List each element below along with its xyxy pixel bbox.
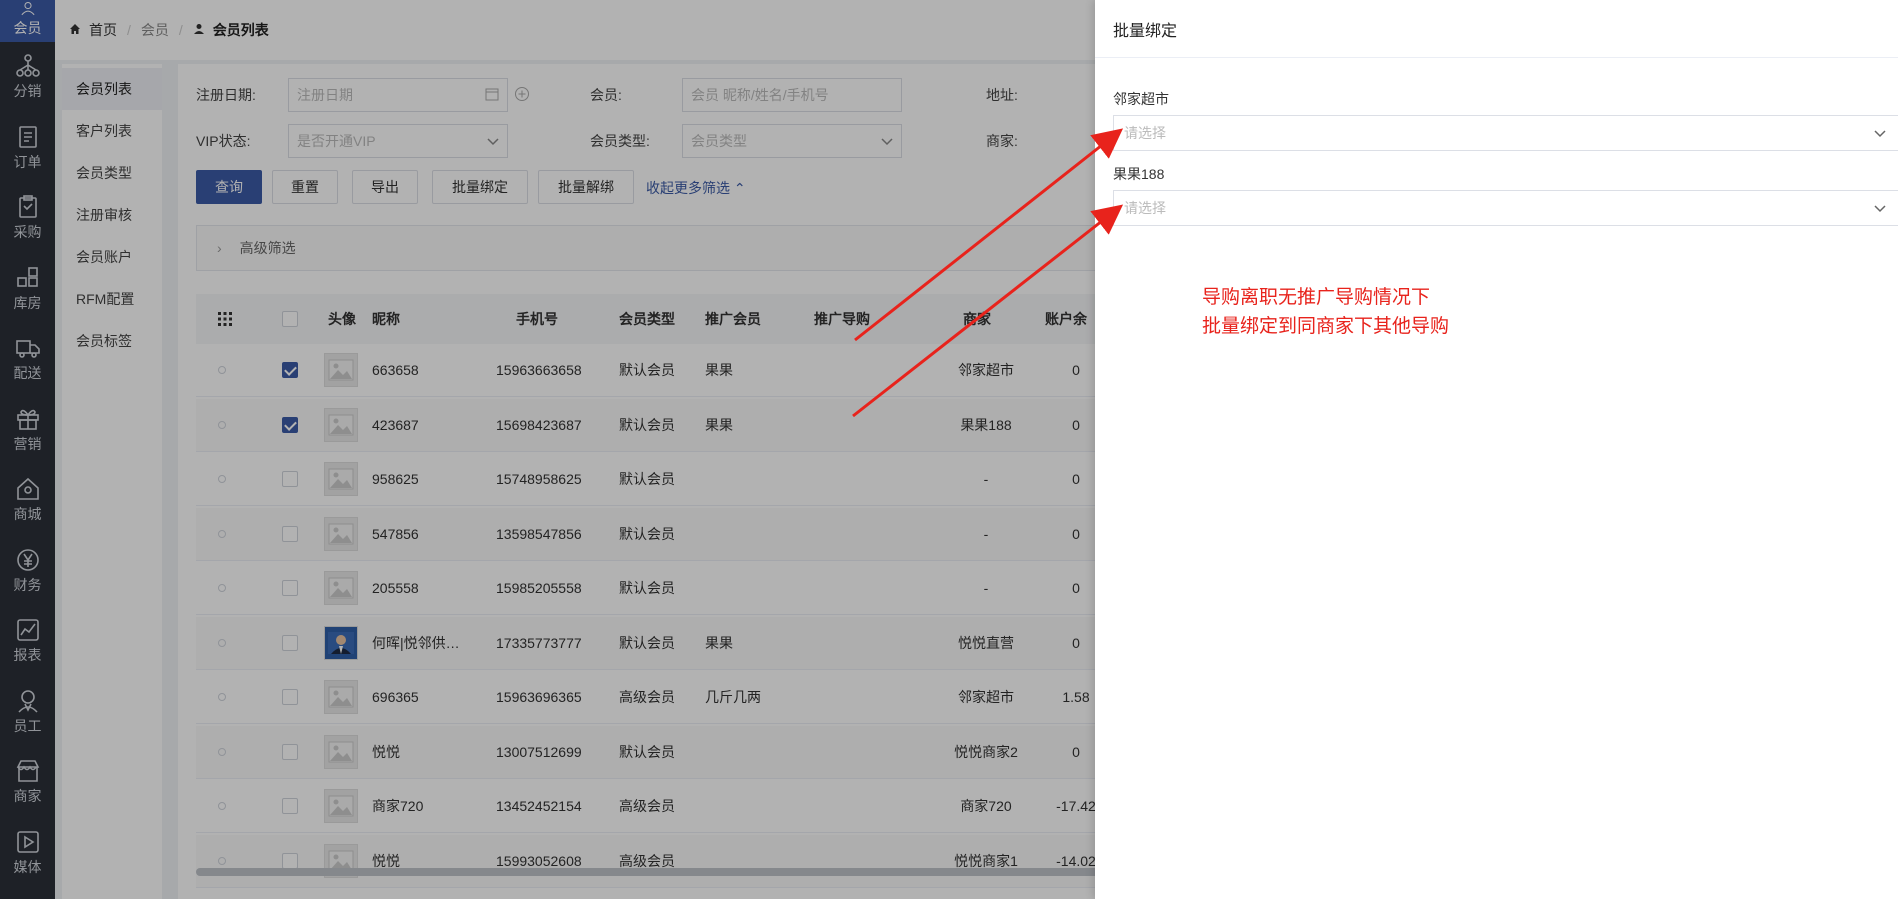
batch-bind-drawer: 批量绑定 邻家超市 请选择 果果188 请选择 <box>1095 0 1898 899</box>
group-label-2: 果果188 <box>1113 166 1165 182</box>
guide-select-placeholder: 请选择 <box>1124 200 1166 216</box>
chevron-down-icon <box>1874 125 1886 141</box>
modal-overlay[interactable] <box>0 0 1095 899</box>
chevron-down-icon <box>1874 200 1886 216</box>
guide-select-2[interactable]: 请选择 <box>1113 190 1898 226</box>
group-label-1: 邻家超市 <box>1113 91 1169 107</box>
annotation-text: 导购离职无推广导购情况下 批量绑定到同商家下其他导购 <box>1202 283 1449 341</box>
annotation-line-2: 批量绑定到同商家下其他导购 <box>1202 316 1450 337</box>
annotation-line-1: 导购离职无推广导购情况下 <box>1202 287 1431 308</box>
drawer-title: 批量绑定 <box>1095 0 1898 58</box>
guide-select-1[interactable]: 请选择 <box>1113 115 1898 151</box>
guide-select-placeholder: 请选择 <box>1124 125 1166 141</box>
